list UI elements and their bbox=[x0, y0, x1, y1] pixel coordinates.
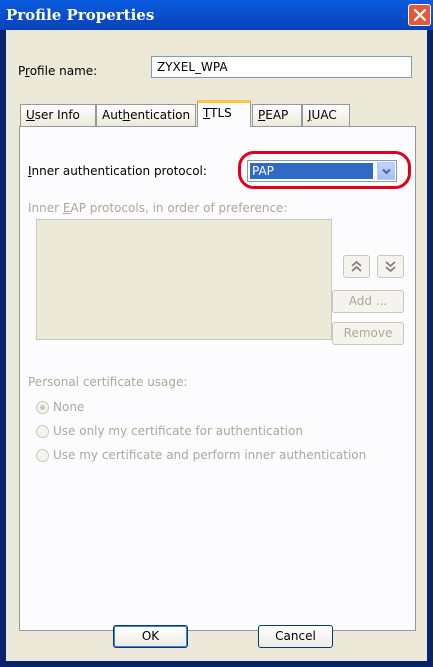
tab-ttls[interactable]: TTLS bbox=[197, 100, 251, 127]
radio-my-cert-inner-auth[interactable]: Use my certificate and perform inner aut… bbox=[36, 447, 366, 463]
radio-only-my-cert[interactable]: Use only my certificate for authenticati… bbox=[36, 423, 303, 439]
tab-user-info[interactable]: User Info bbox=[20, 104, 96, 126]
dialog-body: Profile name: User Info Authentication T… bbox=[6, 30, 427, 661]
radio-my-cert-inner-auth-label: Use my certificate and perform inner aut… bbox=[53, 448, 367, 462]
window-title: Profile Properties bbox=[6, 6, 155, 24]
radio-button bbox=[36, 424, 49, 438]
title-bar[interactable]: Profile Properties bbox=[0, 0, 433, 30]
move-up-button[interactable] bbox=[343, 255, 370, 278]
inner-auth-label: Inner authentication protocol: bbox=[28, 164, 207, 178]
cancel-button[interactable]: Cancel bbox=[258, 625, 333, 648]
double-chevron-up-icon bbox=[351, 260, 362, 272]
ttls-panel: Inner authentication protocol: PAP Inner… bbox=[19, 126, 416, 631]
tab-juac[interactable]: JUAC bbox=[302, 104, 350, 126]
ok-button[interactable]: OK bbox=[113, 625, 188, 648]
move-down-button[interactable] bbox=[377, 255, 404, 278]
profile-name-label: Profile name: bbox=[18, 64, 98, 78]
add-button[interactable]: Add ... bbox=[332, 290, 404, 313]
remove-button[interactable]: Remove bbox=[332, 322, 404, 345]
tab-authentication[interactable]: Authentication bbox=[96, 104, 196, 126]
double-chevron-down-icon bbox=[385, 261, 396, 273]
close-icon bbox=[413, 9, 426, 21]
radio-button bbox=[36, 448, 49, 462]
radio-only-my-cert-label: Use only my certificate for authenticati… bbox=[53, 424, 303, 438]
radio-none-label: None bbox=[53, 400, 85, 414]
profile-name-input[interactable] bbox=[151, 56, 412, 78]
inner-eap-listbox[interactable] bbox=[36, 219, 332, 340]
profile-properties-window: Profile Properties Profile name: User In… bbox=[0, 0, 433, 667]
radio-button bbox=[36, 400, 49, 414]
close-button[interactable] bbox=[408, 4, 431, 26]
highlight-annotation bbox=[238, 151, 411, 189]
radio-none[interactable]: None bbox=[36, 399, 84, 415]
cert-usage-label: Personal certificate usage: bbox=[28, 375, 188, 389]
inner-eap-label: Inner EAP protocols, in order of prefere… bbox=[28, 201, 288, 215]
tab-peap[interactable]: PEAP bbox=[252, 104, 302, 126]
